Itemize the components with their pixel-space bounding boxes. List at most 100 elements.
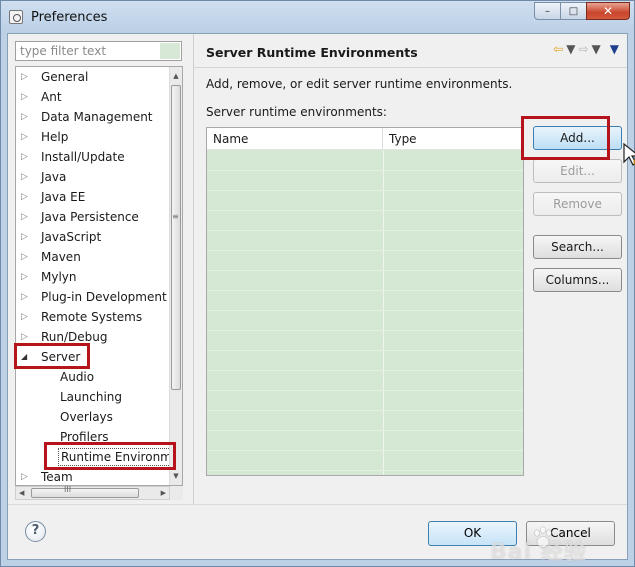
tree-item-plug-in-development[interactable]: ▷ Plug-in Development	[16, 287, 171, 307]
scrollbar-corner	[170, 486, 183, 500]
forward-arrow-icon[interactable]: ⇨	[578, 42, 588, 56]
tree-item-overlays[interactable]: Overlays	[16, 407, 171, 427]
maximize-button[interactable]: □	[560, 2, 587, 20]
tree-item-remote-systems[interactable]: ▷ Remote Systems	[16, 307, 171, 327]
remove-button[interactable]: Remove	[533, 192, 622, 216]
scroll-thumb[interactable]	[171, 85, 181, 390]
window-title: Preferences	[31, 10, 108, 25]
tree-item-general[interactable]: ▷ General	[16, 67, 171, 87]
tree-list: ▷ General ▷ Ant ▷ Data Management ▷ Help ▷ In…	[16, 67, 175, 485]
expand-arrow-icon[interactable]: ▷	[21, 187, 31, 207]
tree-item-label: Launching	[60, 390, 123, 404]
expand-arrow-icon[interactable]: ▷	[21, 127, 31, 147]
expand-arrow-icon[interactable]: ▷	[21, 207, 31, 227]
help-icon[interactable]: ?	[25, 521, 46, 542]
tree-item-java[interactable]: ▷ Java	[16, 167, 171, 187]
table-row	[207, 170, 523, 171]
expand-arrow-icon[interactable]: ▷	[21, 287, 31, 307]
runtime-environments-table[interactable]: Name Type	[206, 127, 524, 476]
expand-arrow-icon[interactable]: ▷	[21, 467, 31, 485]
tree-item-label: Java	[41, 170, 67, 184]
tree-item-ant[interactable]: ▷ Ant	[16, 87, 171, 107]
mouse-cursor-icon	[623, 142, 635, 166]
forward-history-dropdown-icon[interactable]: ▼	[592, 42, 601, 56]
tree-item-audio[interactable]: Audio	[16, 367, 171, 387]
scroll-up-icon[interactable]: ▲	[170, 69, 182, 83]
tree-item-label: Ant	[41, 90, 62, 104]
tree-item-label: Install/Update	[41, 150, 125, 164]
expand-arrow-icon[interactable]: ▷	[21, 227, 31, 247]
server-highlight-box	[14, 343, 90, 369]
tree-vertical-scrollbar[interactable]: ▲ ≡ ▼	[169, 67, 182, 485]
column-header-type[interactable]: Type	[383, 128, 523, 150]
view-menu-icon[interactable]: ▼	[610, 42, 619, 56]
tree-item-label: Java EE	[41, 190, 86, 204]
table-row	[207, 250, 523, 251]
runtime-environments-highlight-box	[44, 442, 176, 470]
preference-page: Server Runtime Environments ⇦ ▼ ⇨ ▼ ▼ Ad…	[194, 34, 635, 504]
close-button[interactable]: ✕	[586, 2, 630, 20]
back-history-dropdown-icon[interactable]: ▼	[566, 42, 575, 56]
tree-horizontal-scrollbar[interactable]: ◀ III ▶	[15, 485, 170, 500]
tree-item-label: Mylyn	[41, 270, 77, 284]
tree-item-maven[interactable]: ▷ Maven	[16, 247, 171, 267]
tree-item-help[interactable]: ▷ Help	[16, 127, 171, 147]
tree-item-launching[interactable]: Launching	[16, 387, 171, 407]
table-row	[207, 230, 523, 231]
tree-item-mylyn[interactable]: ▷ Mylyn	[16, 267, 171, 287]
minimize-button[interactable]: –	[534, 2, 561, 20]
tree-item-java-persistence[interactable]: ▷ Java Persistence	[16, 207, 171, 227]
tree-item-label: Audio	[60, 370, 95, 384]
clear-filter-icon[interactable]	[160, 43, 180, 59]
title-bar[interactable]: Preferences – □ ✕	[1, 1, 634, 33]
scroll-thumb[interactable]	[31, 488, 139, 498]
expand-arrow-icon[interactable]: ▷	[21, 247, 31, 267]
page-title: Server Runtime Environments	[206, 45, 418, 60]
scroll-left-icon[interactable]: ◀	[19, 487, 24, 499]
expand-arrow-icon[interactable]: ▷	[21, 167, 31, 187]
runtime-list-label: Server runtime environments:	[206, 105, 387, 119]
expand-arrow-icon[interactable]: ▷	[21, 307, 31, 327]
preferences-navigation: ▷ General ▷ Ant ▷ Data Management ▷ Help ▷ In…	[8, 34, 193, 504]
footer-separator	[8, 504, 627, 505]
scroll-down-icon[interactable]: ▼	[170, 469, 182, 483]
preferences-tree[interactable]: ▷ General ▷ Ant ▷ Data Management ▷ Help ▷ In…	[15, 66, 183, 486]
tree-item-data-management[interactable]: ▷ Data Management	[16, 107, 171, 127]
scroll-grip-icon: ≡	[172, 212, 179, 221]
tree-item-java-ee[interactable]: ▷ Java EE	[16, 187, 171, 207]
table-row	[207, 310, 523, 311]
tree-item-label: Java Persistence	[41, 210, 139, 224]
window-controls: – □ ✕	[534, 2, 630, 20]
search-button[interactable]: Search...	[533, 235, 622, 259]
preferences-window: Preferences – □ ✕ ▷ General ▷ Ant ▷ Data Ma…	[0, 0, 635, 567]
table-row	[207, 410, 523, 411]
filter-input[interactable]	[15, 41, 182, 61]
expand-arrow-icon[interactable]: ▷	[21, 107, 31, 127]
dialog-content: ▷ General ▷ Ant ▷ Data Management ▷ Help ▷ In…	[7, 33, 635, 565]
tree-item-install-update[interactable]: ▷ Install/Update	[16, 147, 171, 167]
table-row	[207, 450, 523, 451]
expand-arrow-icon[interactable]: ▷	[21, 267, 31, 287]
tree-item-label: Data Management	[41, 110, 153, 124]
table-row	[207, 330, 523, 331]
scroll-grip-icon: III	[64, 485, 72, 494]
scroll-right-icon[interactable]: ▶	[161, 487, 166, 499]
page-navigation: ⇦ ▼ ⇨ ▼ ▼	[553, 42, 619, 56]
table-header: Name Type	[207, 128, 523, 150]
expand-arrow-icon[interactable]: ▷	[21, 67, 31, 87]
table-row	[207, 430, 523, 431]
tree-item-javascript[interactable]: ▷ JavaScript	[16, 227, 171, 247]
table-row	[207, 390, 523, 391]
columns-button[interactable]: Columns...	[533, 268, 622, 292]
edit-button[interactable]: Edit...	[533, 159, 622, 183]
watermark-paw-icon	[534, 526, 552, 548]
table-row	[207, 370, 523, 371]
tree-item-label: Overlays	[60, 410, 113, 424]
table-row	[207, 470, 523, 471]
expand-arrow-icon[interactable]: ▷	[21, 147, 31, 167]
header-separator	[194, 67, 627, 68]
page-description: Add, remove, or edit server runtime envi…	[206, 77, 513, 91]
expand-arrow-icon[interactable]: ▷	[21, 87, 31, 107]
column-header-name[interactable]: Name	[207, 128, 383, 150]
back-arrow-icon[interactable]: ⇦	[553, 42, 563, 56]
